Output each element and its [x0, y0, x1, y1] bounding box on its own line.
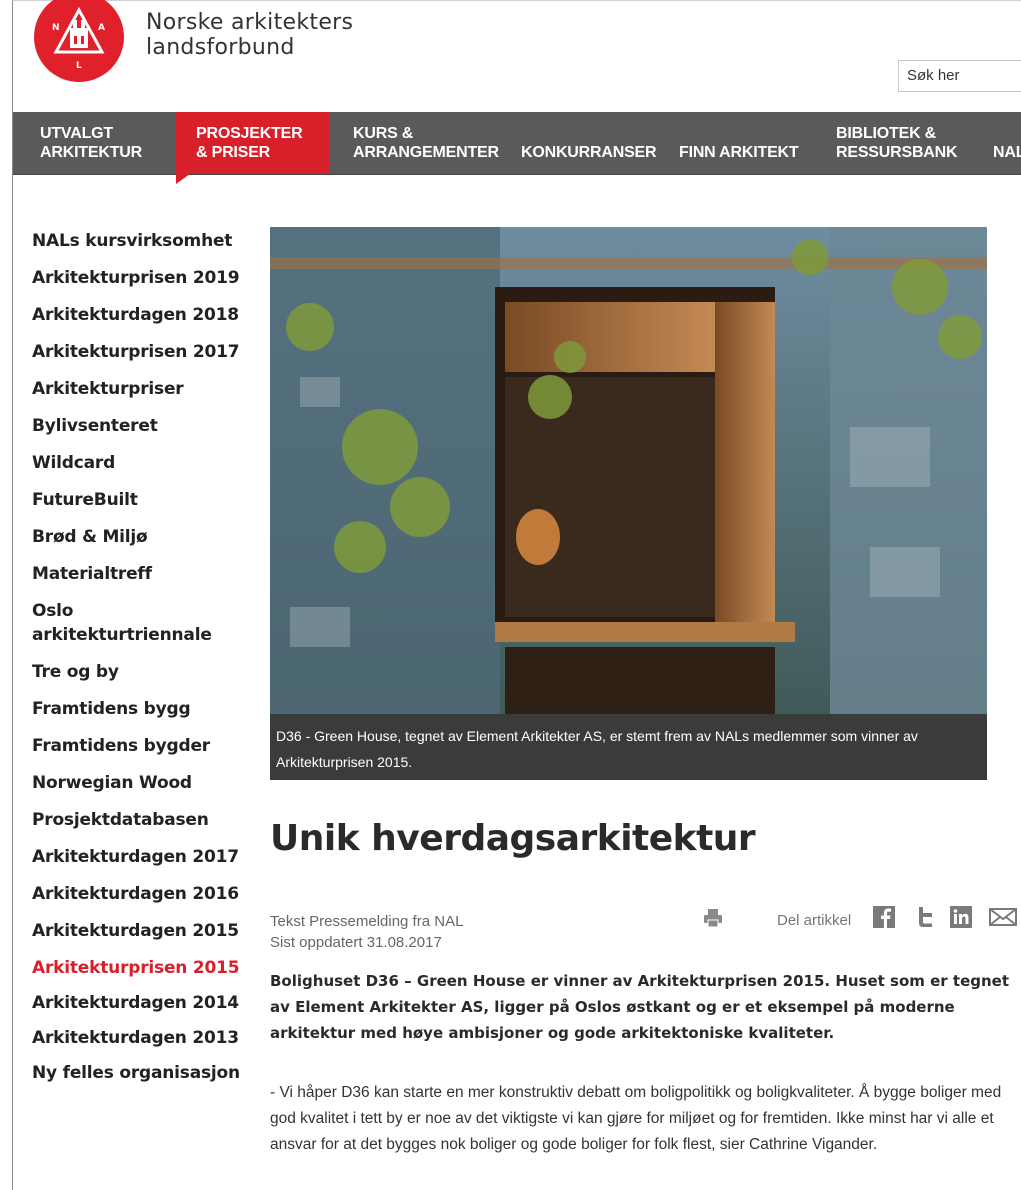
sidebar-item[interactable]: Arkitekturdagen 2015 [32, 919, 252, 943]
sidebar-item[interactable]: Prosjektdatabasen [32, 808, 252, 832]
sidebar-item[interactable]: Arkitekturdagen 2016 [32, 882, 252, 906]
article-body: - Vi håper D36 kan starte en mer konstru… [270, 1084, 1002, 1153]
nav-kurs-arrangementer[interactable]: KURS & ARRANGEMENTER [345, 112, 515, 174]
nav-label: PROSJEKTER & PRISER [196, 125, 303, 161]
nal-logo[interactable]: N A L [34, 0, 124, 82]
org-name-line1: Norske arkitekters [146, 10, 354, 35]
linkedin-icon[interactable] [950, 906, 972, 928]
building-photo-illustration [270, 227, 987, 714]
sidebar-item[interactable]: Arkitekturdagen 2013 [32, 1026, 252, 1050]
svg-text:L: L [76, 61, 82, 71]
sidebar-item[interactable]: Oslo arkitekturtriennale [32, 599, 252, 647]
nav-label: UTVALGT ARKITEKTUR [40, 125, 142, 161]
sidebar-item[interactable]: Arkitekturdagen 2018 [32, 303, 252, 327]
sidebar-item[interactable]: Arkitekturprisen 2017 [32, 340, 252, 364]
facebook-icon[interactable] [873, 906, 895, 928]
nav-finn-arkitekt[interactable]: FINN ARKITEKT [673, 112, 823, 174]
article-author: Tekst Pressemelding fra NAL [270, 913, 464, 930]
sidebar-item[interactable]: Arkitekturdagen 2014 [32, 991, 252, 1015]
svg-text:A: A [98, 23, 105, 33]
article-lead: Bolighuset D36 – Green House er vinner a… [270, 972, 1010, 1042]
sidebar-item[interactable]: Framtidens bygder [32, 734, 252, 758]
sidebar-item[interactable]: Arkitekturpriser [32, 377, 252, 401]
svg-text:N: N [52, 23, 60, 33]
sidebar-item[interactable]: Bylivsenteret [32, 414, 252, 438]
main-navigation: UTVALGT ARKITEKTUR PROSJEKTER & PRISER K… [13, 112, 1021, 184]
search-placeholder: Søk her [907, 67, 960, 84]
nav-nal[interactable]: NAL [988, 112, 1021, 174]
nav-utvalgt-arkitektur[interactable]: UTVALGT ARKITEKTUR [13, 112, 168, 174]
sidebar-item[interactable]: Tre og by [32, 660, 252, 684]
share-label: Del artikkel [777, 912, 852, 929]
sidebar-item[interactable]: Arkitekturprisen 2019 [32, 266, 252, 290]
nav-bibliotek-ressursbank[interactable]: BIBLIOTEK & RESSURSBANK [831, 112, 981, 174]
article-meta: Tekst Pressemelding fra NAL Sist oppdate… [270, 911, 463, 953]
sidebar-item[interactable]: Brød & Miljø [32, 525, 252, 549]
search-input[interactable]: Søk her [898, 60, 1021, 92]
nav-prosjekter-priser[interactable]: PROSJEKTER & PRISER [176, 112, 330, 184]
nav-label: NAL [993, 144, 1021, 161]
twitter-icon[interactable] [915, 906, 937, 928]
sidebar-item[interactable]: Norwegian Wood [32, 771, 252, 795]
sidebar-item[interactable]: NALs kursvirksomhet [32, 229, 252, 253]
nav-konkurranser[interactable]: KONKURRANSER [516, 112, 666, 174]
print-icon[interactable] [703, 908, 723, 928]
sidebar-item[interactable]: Materialtreff [32, 562, 252, 586]
article-updated: Sist oppdatert 31.08.2017 [270, 934, 442, 951]
sidebar-menu: NALs kursvirksomhet Arkitekturprisen 201… [32, 229, 252, 1098]
sidebar-item-active[interactable]: Arkitekturprisen 2015 [32, 956, 252, 980]
hero-image[interactable] [270, 227, 987, 714]
article-title: Unik hverdagsarkitektur [270, 818, 756, 859]
nav-label: FINN ARKITEKT [679, 144, 799, 161]
nav-label: KURS & ARRANGEMENTER [353, 125, 499, 161]
sidebar-item[interactable]: FutureBuilt [32, 488, 252, 512]
nav-label: KONKURRANSER [521, 144, 657, 161]
organization-name[interactable]: Norske arkitekters landsforbund [146, 10, 353, 60]
image-caption: D36 - Green House, tegnet av Element Ark… [270, 714, 987, 780]
org-name-line2: landsforbund [146, 35, 295, 60]
sidebar-item[interactable]: Framtidens bygg [32, 697, 252, 721]
nav-label: BIBLIOTEK & RESSURSBANK [836, 125, 958, 161]
sidebar-item[interactable]: Ny felles organisasjon [32, 1061, 252, 1085]
email-icon[interactable] [989, 906, 1017, 928]
sidebar-item[interactable]: Wildcard [32, 451, 252, 475]
logo-emblem-icon: N A L [52, 6, 105, 71]
sidebar-item[interactable]: Arkitekturdagen 2017 [32, 845, 252, 869]
